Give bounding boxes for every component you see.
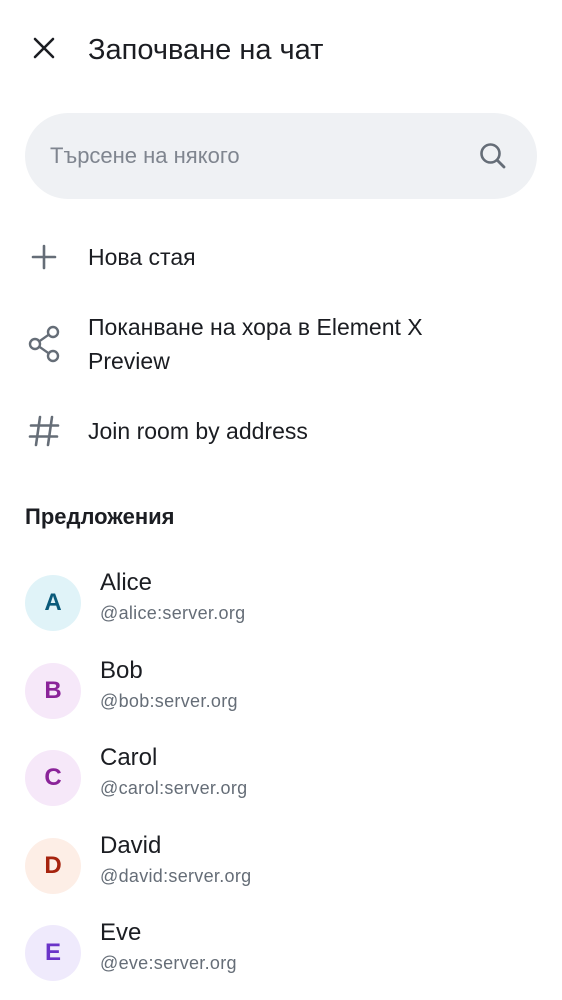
- user-name: Carol: [100, 744, 158, 771]
- user-id: @eve:server.org: [100, 953, 237, 973]
- user-name: David: [100, 832, 162, 859]
- close-button[interactable]: [22, 28, 66, 72]
- avatar: D: [25, 838, 81, 894]
- avatar: C: [25, 750, 81, 806]
- plus-icon: [24, 237, 64, 277]
- user-id: @carol:server.org: [100, 778, 248, 798]
- hash-icon: [24, 411, 64, 451]
- list-item[interactable]: A Alice @alice:server.org: [0, 563, 562, 643]
- user-name: Bob: [100, 657, 143, 684]
- new-room-label: Нова стая: [88, 244, 196, 270]
- share-icon: [24, 324, 64, 364]
- suggestions-header: Предложения: [25, 504, 175, 529]
- user-name: Eve: [100, 919, 142, 946]
- avatar: A: [25, 575, 81, 631]
- start-chat-screen: Започване на чат Нова стая: [0, 0, 562, 1000]
- join-room-action[interactable]: Join room by address: [0, 410, 562, 452]
- list-item[interactable]: B Bob @bob:server.org: [0, 651, 562, 731]
- page-title: Започване на чат: [88, 34, 324, 66]
- user-id: @bob:server.org: [100, 691, 238, 711]
- new-room-action[interactable]: Нова стая: [0, 236, 562, 278]
- user-id: @alice:server.org: [100, 603, 246, 623]
- user-name: Alice: [100, 569, 153, 596]
- invite-people-label: Поканване на хора в Element X Preview: [88, 314, 423, 374]
- list-item[interactable]: C Carol @carol:server.org: [0, 738, 562, 818]
- search-icon[interactable]: [477, 140, 509, 172]
- search-bar[interactable]: [25, 113, 537, 199]
- search-input[interactable]: [50, 113, 460, 199]
- avatar: B: [25, 663, 81, 719]
- top-app-bar: Започване на чат: [0, 0, 562, 100]
- invite-people-action[interactable]: Поканване на хора в Element X Preview: [0, 308, 562, 380]
- list-item[interactable]: D David @david:server.org: [0, 826, 562, 906]
- avatar: E: [25, 925, 81, 981]
- user-id: @david:server.org: [100, 866, 252, 886]
- join-room-label: Join room by address: [88, 418, 308, 444]
- close-icon: [31, 35, 57, 66]
- list-item[interactable]: E Eve @eve:server.org: [0, 913, 562, 993]
